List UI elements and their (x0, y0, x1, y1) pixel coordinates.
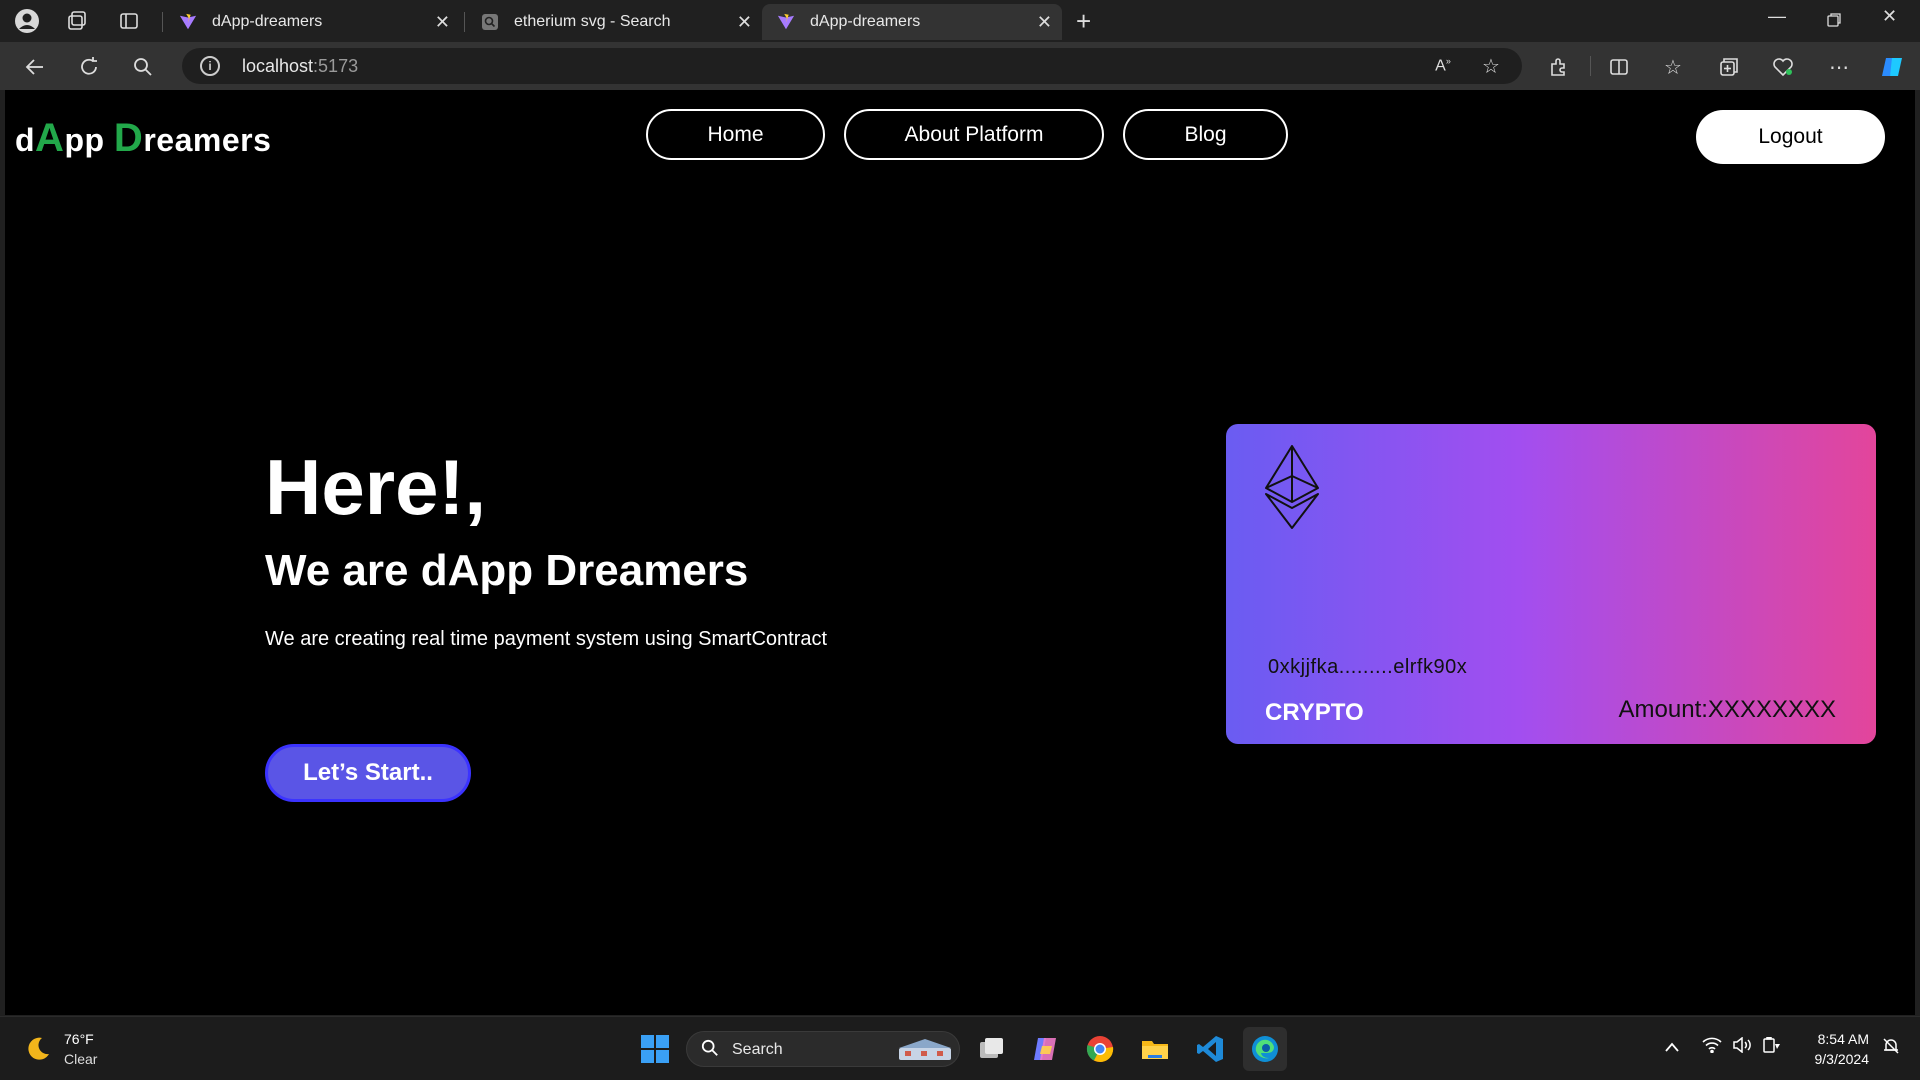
show-hidden-icons[interactable] (1664, 1037, 1680, 1058)
copilot-icon[interactable] (1880, 54, 1906, 80)
tab-title: etherium svg - Search (514, 13, 671, 30)
search-label: Search (732, 1041, 783, 1058)
battery-icon[interactable] (1762, 1036, 1782, 1058)
wifi-icon[interactable] (1702, 1037, 1722, 1058)
browser-toolbar: i localhost:5173 A» ☆ ☆ ⋯ (0, 42, 1920, 90)
windows-taskbar: 76°F Clear Search 8:54 AM 9/3/2024 (0, 1016, 1920, 1080)
copilot-taskbar-icon[interactable] (1026, 1030, 1064, 1068)
logo-part: reamers (143, 122, 272, 158)
browser-tab-strip: dApp-dreamers ✕ etherium svg - Search ✕ … (0, 0, 1920, 42)
file-explorer-icon[interactable] (1136, 1030, 1174, 1068)
tab-close-icon[interactable]: ✕ (435, 12, 450, 33)
task-view-icon[interactable] (972, 1030, 1010, 1068)
restore-icon[interactable] (1826, 6, 1842, 33)
vite-icon (776, 12, 796, 32)
card-amount: Amount:XXXXXXXX (1618, 696, 1836, 723)
split-screen-icon[interactable] (1606, 54, 1632, 80)
notification-icon[interactable] (1882, 1037, 1900, 1060)
search-highlight-icon (895, 1036, 955, 1069)
favorite-star-icon[interactable]: ☆ (1478, 53, 1504, 79)
card-label: CRYPTO (1265, 699, 1364, 726)
tab-title: dApp-dreamers (810, 13, 921, 30)
wallet-address: 0xkjjfka.........elrfk90x (1268, 656, 1468, 678)
hero-description: We are creating real time payment system… (265, 628, 828, 650)
url-host: localhost (242, 56, 314, 76)
weather-temperature[interactable]: 76°F (64, 1031, 94, 1047)
tab-title: dApp-dreamers (212, 13, 323, 30)
logo-part: A (35, 116, 65, 160)
edge-icon[interactable] (1243, 1027, 1287, 1071)
search-icon (701, 1039, 719, 1062)
moon-weather-icon[interactable] (24, 1035, 52, 1070)
url-text[interactable]: localhost:5173 (242, 56, 358, 77)
tab-close-icon[interactable]: ✕ (1037, 12, 1052, 33)
logo-part: d (15, 122, 36, 158)
clock-date[interactable]: 9/3/2024 (1800, 1051, 1870, 1067)
web-page: dApp Dreamers Home About Platform Blog L… (5, 90, 1915, 1015)
vertical-tabs-icon[interactable] (112, 4, 146, 38)
favorites-icon[interactable]: ☆ (1660, 54, 1686, 80)
tab-dapp-dreamers-active[interactable]: dApp-dreamers ✕ (762, 4, 1062, 40)
new-tab-icon[interactable]: + (1076, 6, 1091, 37)
site-logo[interactable]: dApp Dreamers (15, 116, 271, 161)
logo-part: pp (64, 122, 114, 158)
lets-start-button[interactable]: Let’s Start.. (265, 744, 471, 802)
tab-etherium-search[interactable]: etherium svg - Search ✕ (466, 4, 762, 40)
url-port: :5173 (313, 56, 359, 76)
nav-home-button[interactable]: Home (646, 109, 825, 160)
crypto-card: 0xkjjfka.........elrfk90x CRYPTO Amount:… (1226, 424, 1876, 744)
nav-about-platform-button[interactable]: About Platform (844, 109, 1104, 160)
hero-subheading: We are dApp Dreamers (265, 546, 749, 595)
address-bar[interactable]: i localhost:5173 A» ☆ (182, 48, 1522, 84)
weather-description[interactable]: Clear (64, 1051, 97, 1067)
close-window-icon[interactable]: ✕ (1882, 6, 1897, 27)
vite-icon (178, 12, 198, 32)
taskbar-search-box[interactable]: Search (686, 1031, 960, 1067)
chrome-icon[interactable] (1081, 1030, 1119, 1068)
tab-close-icon[interactable]: ✕ (737, 12, 752, 33)
more-options-icon[interactable]: ⋯ (1826, 54, 1852, 80)
profile-icon[interactable] (10, 4, 44, 38)
tab-separator (464, 12, 465, 32)
back-icon[interactable] (22, 54, 48, 80)
volume-icon[interactable] (1732, 1036, 1752, 1058)
refresh-icon[interactable] (76, 54, 102, 80)
search-icon[interactable] (130, 54, 156, 80)
ethereum-icon (1264, 444, 1320, 535)
minimize-icon[interactable]: — (1768, 6, 1786, 27)
vscode-icon[interactable] (1191, 1030, 1229, 1068)
read-aloud-icon[interactable]: A» (1430, 53, 1456, 79)
site-info-icon[interactable]: i (200, 56, 220, 76)
workspaces-icon[interactable] (60, 4, 94, 38)
start-menu-icon[interactable] (636, 1030, 674, 1068)
clock-time[interactable]: 8:54 AM (1803, 1031, 1869, 1047)
search-page-icon (480, 12, 500, 32)
nav-blog-button[interactable]: Blog (1123, 109, 1288, 160)
hero-heading: Here!, (265, 443, 487, 531)
browser-essentials-icon[interactable] (1770, 54, 1796, 80)
tab-separator (162, 12, 163, 32)
extensions-icon[interactable] (1546, 54, 1572, 80)
collections-icon[interactable] (1716, 54, 1742, 80)
logo-part: D (113, 116, 144, 160)
tab-dapp-dreamers-1[interactable]: dApp-dreamers ✕ (164, 4, 460, 40)
toolbar-separator (1590, 56, 1591, 76)
logout-button[interactable]: Logout (1696, 110, 1885, 164)
